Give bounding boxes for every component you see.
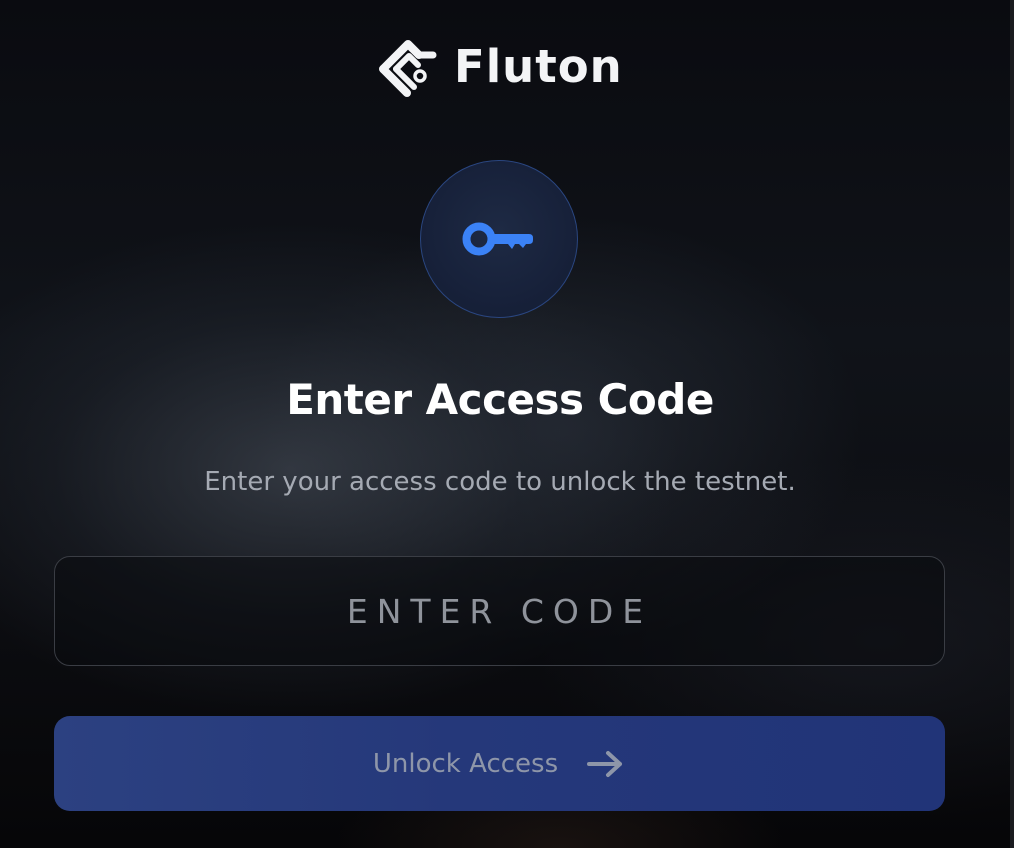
arrow-right-icon [587, 750, 623, 777]
page-subtitle: Enter your access code to unlock the tes… [204, 467, 796, 497]
key-icon [462, 222, 533, 256]
window-edge [1010, 0, 1014, 848]
brand-header: Fluton [378, 33, 623, 99]
fluton-logo-icon [379, 40, 437, 97]
key-icon-badge [420, 160, 578, 318]
page-title: Enter Access Code [286, 375, 714, 424]
brand-name: Fluton [454, 39, 623, 93]
unlock-access-button[interactable]: Unlock Access [54, 716, 945, 811]
access-code-input[interactable] [54, 556, 945, 666]
unlock-access-label: Unlock Access [372, 748, 559, 779]
